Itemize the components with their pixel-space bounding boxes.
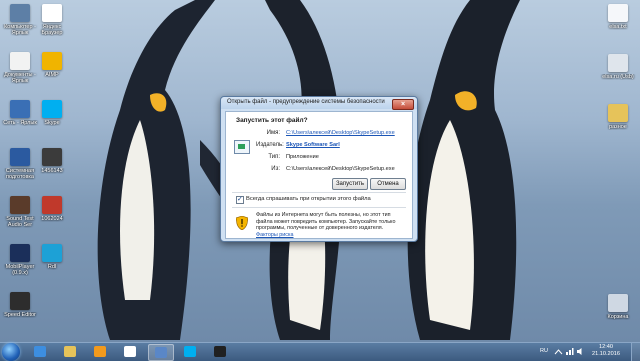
- folder-1456143[interactable]: 1456143: [32, 148, 72, 174]
- speed-editor-shortcut[interactable]: Speed Editor: [0, 292, 40, 318]
- drive-icon: [608, 54, 628, 72]
- type-value: Приложение: [286, 154, 319, 160]
- folder-1062024[interactable]: 1062024: [32, 196, 72, 222]
- desktop-icon-label: Skype: [44, 120, 60, 126]
- yandex-button[interactable]: [118, 344, 142, 359]
- skype-task-button[interactable]: [178, 344, 202, 359]
- desktop-icon-label: разное: [609, 124, 627, 130]
- name-value: C:\Users\алексей\Desktop\SkypeSetup.exe: [286, 130, 395, 136]
- desktop: Компьютер - Ярлык Документы - Ярлык Сеть -…: [0, 0, 640, 342]
- show-desktop-button[interactable]: [631, 343, 640, 361]
- text-file-icon: [608, 4, 628, 22]
- taskbar: RU 12:40 21.10.2016: [0, 342, 640, 361]
- from-label: Из:: [271, 166, 280, 172]
- obs-button[interactable]: [208, 344, 232, 359]
- ie-button[interactable]: [28, 344, 52, 359]
- network-icon: [155, 347, 167, 358]
- type-label: Тип:: [268, 154, 280, 160]
- network-tray-icon[interactable]: [565, 347, 574, 356]
- dialog-title: Открыть файл - предупреждение системы бе…: [227, 99, 385, 105]
- desktop-icon-label: elsa.ru (Usb): [602, 74, 634, 80]
- folder-icon: [64, 346, 76, 357]
- yandex-browser-shortcut[interactable]: Яндекс Браузер: [32, 4, 72, 36]
- cancel-button[interactable]: Отмена: [370, 178, 406, 190]
- application-file-icon: [234, 140, 250, 154]
- security-warning-dialog: Открыть файл - предупреждение системы бе…: [220, 96, 418, 242]
- explorer-button[interactable]: [58, 344, 82, 359]
- desktop-icon-label: 1062024: [41, 216, 63, 222]
- language-indicator[interactable]: RU: [540, 348, 548, 354]
- dialog-body: Запустить этот файл? Имя: C:\Users\алекс…: [225, 111, 413, 239]
- dialog-titlebar[interactable]: Открыть файл - предупреждение системы бе…: [221, 97, 417, 110]
- desktop-icon-label: Rdl: [47, 264, 57, 270]
- divider: [232, 207, 406, 208]
- start-button[interactable]: [2, 343, 20, 361]
- network-task-button[interactable]: [148, 344, 174, 361]
- aimp-icon: [42, 52, 62, 70]
- app-icon: [10, 292, 30, 310]
- volume-icon[interactable]: [576, 347, 585, 356]
- dialog-question: Запустить этот файл?: [236, 117, 308, 124]
- system-icon: [10, 148, 30, 166]
- warning-text: Файлы из Интернета могут быть полезны, н…: [256, 212, 396, 232]
- folder-misc[interactable]: разное: [598, 104, 638, 130]
- app-icon: [10, 196, 30, 214]
- app-icon: [10, 244, 30, 262]
- warning-message: Файлы из Интернета могут быть полезны, н…: [256, 212, 406, 238]
- desktop-icon-label: Speed Editor: [4, 312, 36, 318]
- rdl-shortcut[interactable]: Rdl: [32, 244, 72, 270]
- close-icon: ×: [400, 101, 406, 108]
- media-player-button[interactable]: [88, 344, 112, 359]
- network-icon: [10, 100, 30, 118]
- always-ask-label[interactable]: Всегда спрашивать при открытии этого фай…: [246, 196, 371, 202]
- computer-icon: [10, 4, 30, 22]
- documents-icon: [10, 52, 30, 70]
- media-player-icon: [94, 346, 106, 357]
- obs-icon: [214, 346, 226, 357]
- risk-factors-link[interactable]: Факторы риска: [256, 232, 293, 238]
- from-value: C:\Users\алексей\Desktop\SkypeSetup.exe: [286, 166, 395, 172]
- clock-time: 12:40: [599, 344, 613, 350]
- name-label: Имя:: [266, 130, 280, 136]
- recycle-bin-icon: [608, 294, 628, 312]
- close-button[interactable]: ×: [392, 99, 414, 110]
- aimp-shortcut[interactable]: AIMP: [32, 52, 72, 78]
- desktop-icon-label: Яндекс Браузер: [41, 24, 63, 36]
- yandex-icon: [124, 346, 136, 357]
- always-ask-checkbox[interactable]: [236, 195, 244, 204]
- up-arrow-icon[interactable]: [554, 348, 563, 356]
- recycle-bin[interactable]: Корзина: [598, 294, 638, 320]
- clock[interactable]: 12:40 21.10.2016: [586, 344, 626, 358]
- folder-icon: [42, 196, 62, 214]
- elsa-usb-shortcut[interactable]: elsa.ru (Usb): [598, 54, 638, 80]
- internet-explorer-icon: [34, 346, 46, 357]
- shield-warning-icon: [236, 216, 248, 230]
- desktop-icon-label: 1456143: [41, 168, 63, 174]
- skype-icon: [184, 346, 196, 357]
- desktop-icon-label: AIMP: [45, 72, 59, 78]
- desktop-icon-label: Корзина: [607, 314, 629, 320]
- divider: [232, 192, 406, 193]
- app-icon: [42, 244, 62, 262]
- elsa-file[interactable]: elsa.txt: [598, 4, 638, 30]
- yandex-icon: [42, 4, 62, 22]
- folder-icon: [608, 104, 628, 122]
- publisher-link[interactable]: Skype Software Sarl: [286, 142, 340, 148]
- clock-date: 21.10.2016: [592, 351, 620, 357]
- skype-icon: [42, 100, 62, 118]
- publisher-label: Издатель:: [256, 142, 284, 148]
- folder-icon: [42, 148, 62, 166]
- run-button[interactable]: Запустить: [332, 178, 368, 190]
- skype-shortcut[interactable]: Skype: [32, 100, 72, 126]
- desktop-icon-label: elsa.txt: [609, 24, 627, 30]
